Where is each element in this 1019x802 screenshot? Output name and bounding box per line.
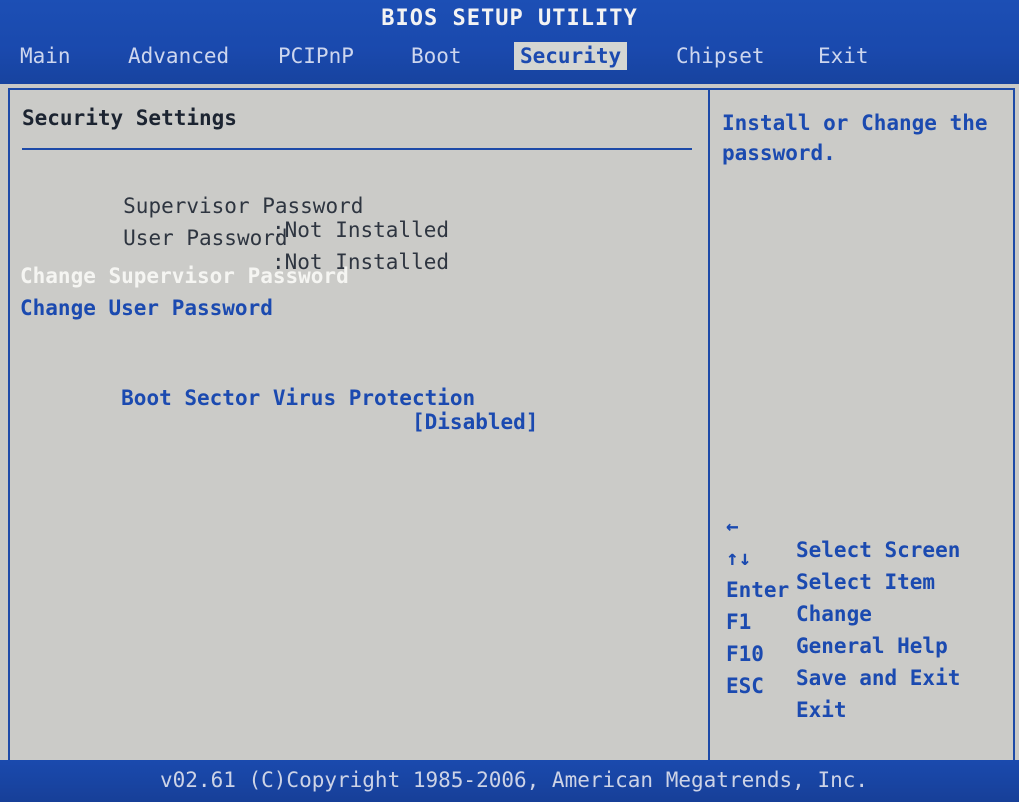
section-divider	[22, 148, 692, 150]
user-password-label: User Password	[123, 226, 288, 250]
footer-bar: v02.61 (C)Copyright 1985-2006, American …	[0, 760, 1019, 802]
key-legend: ← Select Screen ↑↓ Select Item Enter Cha…	[726, 490, 1006, 722]
app-title: BIOS SETUP UTILITY	[381, 6, 638, 31]
header-bar: BIOS SETUP UTILITY Main Advanced PCIPnP …	[0, 0, 1019, 84]
change-supervisor-password-item[interactable]: Change Supervisor Password	[20, 264, 349, 288]
tab-advanced[interactable]: Advanced	[122, 42, 235, 70]
boot-sector-virus-protection-value[interactable]: [Disabled]	[412, 410, 538, 434]
section-title: Security Settings	[22, 106, 237, 130]
copyright-text: v02.61 (C)Copyright 1985-2006, American …	[160, 768, 869, 792]
supervisor-password-value: :Not Installed	[272, 218, 450, 242]
tab-pcipnp[interactable]: PCIPnP	[272, 42, 360, 70]
key-legend-row: ESC Exit	[726, 650, 1006, 722]
key-legend-row: ← Select Screen	[726, 490, 1006, 562]
help-pane: Install or Change the password. ← Select…	[710, 90, 1013, 760]
bios-screen: BIOS SETUP UTILITY Main Advanced PCIPnP …	[0, 0, 1019, 802]
key-desc: Exit	[796, 698, 847, 722]
key-legend-row: F1 General Help	[726, 586, 1006, 658]
tab-chipset[interactable]: Chipset	[670, 42, 771, 70]
tab-security[interactable]: Security	[514, 42, 628, 70]
key-legend-row: Enter Change	[726, 554, 1006, 626]
key-legend-row: F10 Save and Exit	[726, 618, 1006, 690]
boot-sector-virus-protection-item[interactable]: Boot Sector Virus Protection [Disabled]	[20, 362, 538, 458]
main-panel: Security Settings Supervisor Password :N…	[8, 88, 1015, 762]
tab-main[interactable]: Main	[14, 42, 77, 70]
tab-bar: Main Advanced PCIPnP Boot Security Chips…	[0, 40, 1019, 76]
boot-sector-virus-protection-label: Boot Sector Virus Protection	[121, 386, 476, 410]
key-name: ESC	[726, 674, 764, 698]
settings-pane: Security Settings Supervisor Password :N…	[10, 90, 708, 760]
help-text: Install or Change the password.	[722, 111, 988, 165]
tab-boot[interactable]: Boot	[405, 42, 468, 70]
key-legend-row: ↑↓ Select Item	[726, 522, 1006, 594]
change-user-password-item[interactable]: Change User Password	[20, 296, 273, 320]
tab-exit[interactable]: Exit	[812, 42, 875, 70]
